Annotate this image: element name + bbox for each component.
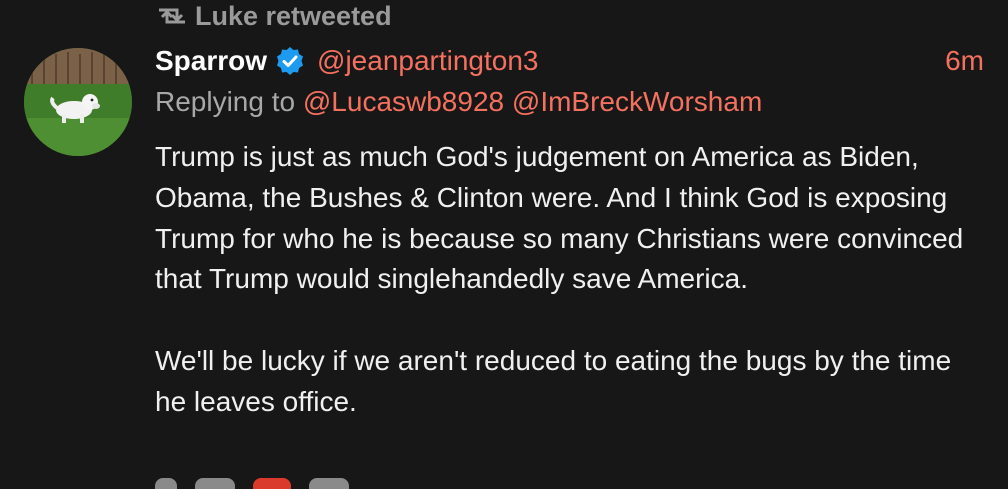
tweet-paragraph: We'll be lucky if we aren't reduced to e… bbox=[155, 344, 952, 417]
replying-to: Replying to @Lucaswb8928 @ImBreckWorsham bbox=[155, 86, 762, 118]
retweet-icon bbox=[159, 8, 185, 24]
retweet-indicator: Luke retweeted bbox=[155, 0, 392, 32]
tweet-paragraph: Trump is just as much God's judgement on… bbox=[155, 141, 964, 295]
tweet-card[interactable]: Luke retweeted Sparrow @jeanpartington3 … bbox=[0, 0, 1008, 489]
mention-link[interactable]: @ImBreckWorsham bbox=[512, 86, 762, 117]
tweet-header: Sparrow @jeanpartington3 6m bbox=[155, 42, 984, 80]
verified-badge-icon bbox=[277, 47, 304, 75]
tweet-timestamp[interactable]: 6m bbox=[945, 45, 984, 77]
dog-on-grass-avatar bbox=[24, 48, 132, 156]
author-display-name[interactable]: Sparrow bbox=[155, 45, 267, 77]
like-icon[interactable] bbox=[253, 478, 291, 489]
replying-to-prefix: Replying to bbox=[155, 86, 296, 117]
reply-icon[interactable] bbox=[155, 478, 177, 489]
retweet-action-icon[interactable] bbox=[195, 478, 235, 489]
action-bar bbox=[155, 478, 349, 489]
mention-link[interactable]: @Lucaswb8928 bbox=[303, 86, 504, 117]
author-handle[interactable]: @jeanpartington3 bbox=[317, 45, 538, 77]
retweet-label: Luke retweeted bbox=[195, 0, 392, 31]
tweet-text: Trump is just as much God's judgement on… bbox=[155, 137, 985, 423]
share-icon[interactable] bbox=[309, 478, 349, 489]
avatar[interactable] bbox=[24, 48, 132, 156]
